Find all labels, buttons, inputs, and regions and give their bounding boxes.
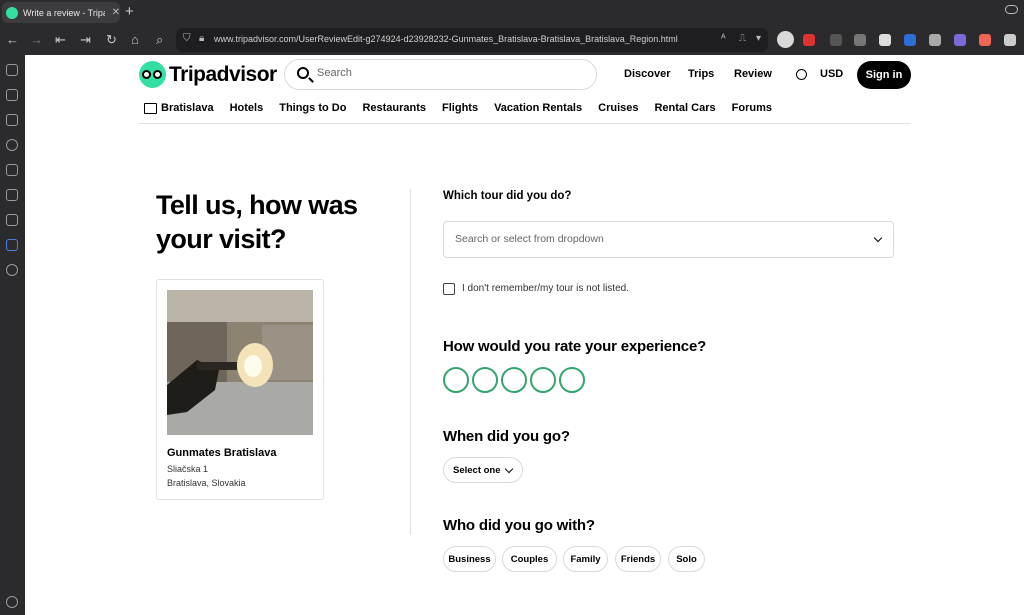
notes-icon[interactable]	[6, 164, 18, 176]
nav-cruises[interactable]: Cruises	[598, 102, 638, 114]
attraction-name[interactable]: Gunmates Bratislava	[167, 447, 276, 459]
tour-question: Which tour did you do?	[443, 190, 572, 202]
cloud-icon[interactable]	[1005, 5, 1018, 14]
bookmark-icon[interactable]: ⎍	[739, 33, 746, 44]
nav-things-to-do[interactable]: Things to Do	[279, 102, 346, 114]
extension-icon[interactable]	[830, 34, 842, 46]
visit-date-select-label: Select one	[453, 464, 501, 476]
chevron-down-icon	[873, 233, 883, 243]
browser-sidebar	[0, 55, 25, 615]
tag-icon[interactable]	[6, 239, 18, 251]
close-tab-icon[interactable]: ✕	[112, 7, 120, 18]
web-page: Tripadvisor Discover Trips Review USD Si…	[25, 55, 1024, 615]
currency-selector[interactable]: USD	[820, 68, 843, 80]
rating-bubbles	[443, 367, 585, 393]
back-icon[interactable]: ←	[6, 32, 19, 48]
extensions-menu-icon[interactable]	[1004, 34, 1016, 46]
search-icon	[297, 67, 309, 79]
wallet-icon[interactable]	[6, 189, 18, 201]
rating-bubble-2[interactable]	[472, 367, 498, 393]
extension-icon[interactable]	[954, 34, 966, 46]
nav-hotels[interactable]: Hotels	[230, 102, 264, 114]
browser-tab[interactable]: Write a review - Tripadvisor ✕	[2, 2, 120, 23]
extension-icon[interactable]	[929, 34, 941, 46]
dropdown-icon[interactable]: ▾	[756, 33, 761, 44]
companion-friends-button[interactable]: Friends	[615, 546, 661, 572]
sub-navigation: Bratislava Hotels Things to Do Restauran…	[144, 102, 788, 114]
add-panel-icon[interactable]	[6, 264, 18, 276]
tab-title: Write a review - Tripadvisor	[23, 7, 105, 18]
rating-bubble-4[interactable]	[530, 367, 556, 393]
nav-vacation-rentals[interactable]: Vacation Rentals	[494, 102, 582, 114]
globe-icon[interactable]	[796, 69, 807, 80]
nav-restaurants[interactable]: Restaurants	[362, 102, 426, 114]
attraction-photo	[167, 290, 313, 435]
new-tab-icon[interactable]: +	[125, 3, 134, 20]
search-box[interactable]	[284, 59, 597, 90]
rating-bubble-3[interactable]	[501, 367, 527, 393]
browser-toolbar: ← → ⇤ ⇥ ↻ ⌂ ⌕ ⛉ 🔒︎ www.tripadvisor.com/U…	[0, 25, 1024, 55]
url-text: www.tripadvisor.com/UserReviewEdit-g2749…	[214, 34, 678, 44]
visit-date-select[interactable]: Select one	[443, 457, 523, 483]
tripadvisor-logo[interactable]: Tripadvisor	[139, 61, 277, 88]
companion-couples-button[interactable]: Couples	[502, 546, 557, 572]
page-title: Tell us, how was your visit?	[156, 190, 358, 254]
sign-in-button[interactable]: Sign in	[857, 61, 911, 89]
nav-flights[interactable]: Flights	[442, 102, 478, 114]
extension-icon[interactable]	[904, 34, 916, 46]
shield-icon[interactable]: ⛉	[183, 33, 191, 44]
history-icon[interactable]	[6, 139, 18, 151]
settings-icon[interactable]	[6, 596, 18, 608]
extension-icon[interactable]	[803, 34, 815, 46]
companion-business-button[interactable]: Business	[443, 546, 496, 572]
extension-icon[interactable]	[879, 34, 891, 46]
bookmarks-icon[interactable]	[6, 64, 18, 76]
nav-trips[interactable]: Trips	[688, 68, 714, 80]
location-link[interactable]: Bratislava	[161, 102, 214, 114]
browser-tab-bar: Write a review - Tripadvisor ✕ +	[0, 0, 1024, 25]
attraction-card: Gunmates Bratislava Sliačska 1 Bratislav…	[156, 279, 324, 500]
companion-question: Who did you go with?	[443, 517, 595, 534]
extension-icon[interactable]	[979, 34, 991, 46]
rating-bubble-5[interactable]	[559, 367, 585, 393]
tour-not-listed-checkbox[interactable]	[443, 283, 455, 295]
rating-question: How would you rate your experience?	[443, 338, 707, 355]
downloads-icon[interactable]	[6, 114, 18, 126]
home-icon[interactable]: ⌂	[131, 32, 139, 48]
owl-logo-icon	[139, 61, 166, 88]
nav-review[interactable]: Review	[734, 68, 772, 80]
nav-discover[interactable]: Discover	[624, 68, 670, 80]
extension-icon[interactable]	[854, 34, 866, 46]
rating-bubble-1[interactable]	[443, 367, 469, 393]
reading-list-icon[interactable]	[6, 89, 18, 101]
tour-not-listed-label[interactable]: I don't remember/my tour is not listed.	[462, 283, 629, 294]
tour-dropdown[interactable]	[443, 221, 894, 258]
reload-icon[interactable]: ↻	[106, 32, 117, 48]
attraction-address-line1: Sliačska 1	[167, 464, 209, 474]
column-divider	[410, 189, 411, 535]
lock-icon: 🔒︎	[199, 33, 205, 44]
translate-icon[interactable]: ᴬ	[721, 33, 726, 44]
forward-icon[interactable]: →	[30, 32, 43, 48]
logo-text: Tripadvisor	[169, 62, 277, 86]
chevron-down-icon	[504, 464, 514, 474]
first-page-icon[interactable]: ⇤	[55, 32, 66, 48]
nav-forums[interactable]: Forums	[732, 102, 772, 114]
address-bar[interactable]: ⛉ 🔒︎ www.tripadvisor.com/UserReviewEdit-…	[176, 28, 768, 52]
search-input[interactable]	[317, 67, 577, 79]
companion-family-button[interactable]: Family	[563, 546, 608, 572]
search-icon[interactable]: ⌕	[156, 32, 163, 48]
profile-avatar[interactable]	[777, 31, 794, 48]
building-icon	[144, 102, 157, 114]
tour-search-input[interactable]	[455, 233, 855, 245]
tripadvisor-favicon-icon	[6, 6, 18, 19]
nav-rental-cars[interactable]: Rental Cars	[654, 102, 715, 114]
sync-icon[interactable]	[6, 214, 18, 226]
attraction-address-line2: Bratislava, Slovakia	[167, 478, 246, 488]
header-divider	[139, 123, 911, 124]
last-page-icon[interactable]: ⇥	[80, 32, 91, 48]
visit-date-question: When did you go?	[443, 428, 570, 445]
companion-solo-button[interactable]: Solo	[668, 546, 705, 572]
